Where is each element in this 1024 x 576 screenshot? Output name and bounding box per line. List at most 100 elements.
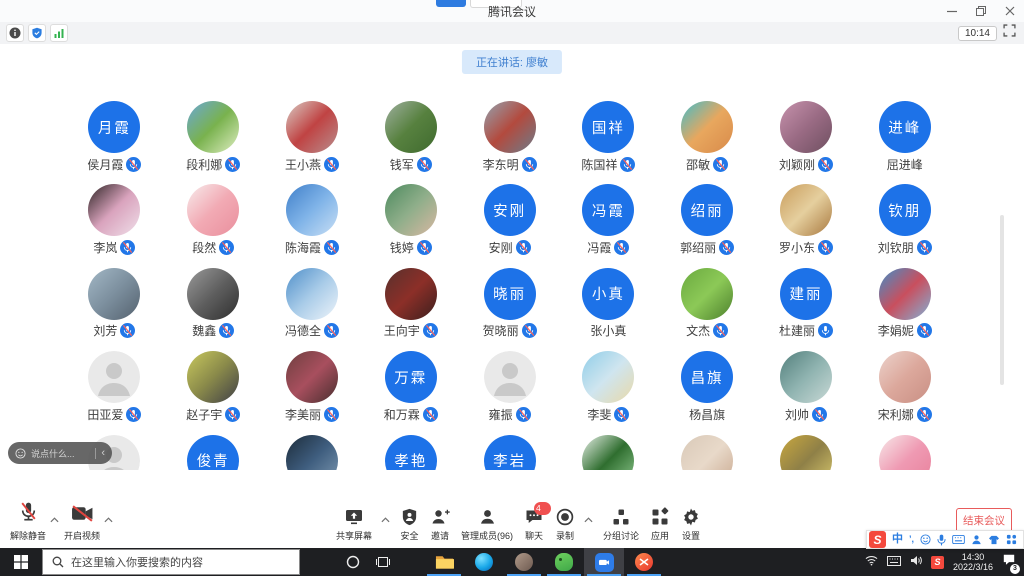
participant-tile[interactable]: 小真张小真: [559, 268, 658, 351]
sogou-tray-icon[interactable]: S: [931, 556, 944, 569]
minimize-button[interactable]: [937, 0, 966, 22]
wifi-icon[interactable]: [865, 553, 878, 571]
toolbar-breakout-button[interactable]: 分组讨论: [601, 507, 641, 542]
participant-tile[interactable]: 安刚安刚: [460, 184, 559, 267]
participant-tile[interactable]: 冯德全: [263, 268, 362, 351]
toolbar-apps-button[interactable]: 应用: [648, 507, 672, 542]
toolbox-icon[interactable]: [1006, 534, 1017, 545]
chat-input-placeholder[interactable]: 说点什么...: [31, 447, 90, 460]
participant-tile[interactable]: 李岩: [460, 435, 559, 470]
participant-tile[interactable]: 钱婷: [361, 184, 460, 267]
start-button[interactable]: [0, 548, 42, 576]
sogou-input-bar: S 中 ’,: [866, 530, 1024, 549]
taskbar-app-file-explorer[interactable]: [424, 548, 464, 576]
punctuation-icon[interactable]: ’,: [909, 535, 914, 544]
participant-tile[interactable]: [757, 435, 856, 470]
participant-tile[interactable]: 俊青: [164, 435, 263, 470]
toolbar-shield-button[interactable]: 安全: [398, 507, 421, 542]
participant-tile[interactable]: 陈海霞: [263, 184, 362, 267]
start-video-button[interactable]: 开启视频: [62, 505, 102, 542]
touch-keyboard-icon[interactable]: [887, 553, 901, 571]
security-shield-icon[interactable]: [28, 24, 46, 42]
participant-tile[interactable]: 李东明: [460, 101, 559, 184]
taskbar-app-green-app[interactable]: [544, 548, 584, 576]
scrollbar-thumb[interactable]: [1000, 215, 1004, 385]
close-button[interactable]: [995, 0, 1024, 22]
fullscreen-icon[interactable]: [1003, 24, 1016, 42]
participant-tile[interactable]: 王向宇: [361, 268, 460, 351]
record-chevron[interactable]: [584, 510, 593, 528]
toolbar-label: 应用: [651, 529, 669, 542]
taskbar-app-edge[interactable]: [464, 548, 504, 576]
participant-tile[interactable]: 段然: [164, 184, 263, 267]
participant-tile[interactable]: 罗小东: [757, 184, 856, 267]
participant-tile[interactable]: 钦朋刘钦朋: [855, 184, 954, 267]
participant-tile[interactable]: 刘芳: [65, 268, 164, 351]
participant-tile[interactable]: 冯霞冯霞: [559, 184, 658, 267]
participant-tile[interactable]: [855, 435, 954, 470]
emoji-icon[interactable]: [15, 448, 26, 459]
participant-tile[interactable]: 王小燕: [263, 101, 362, 184]
participant-tile[interactable]: 昌旗杨昌旗: [658, 351, 757, 434]
window-title: 腾讯会议: [0, 3, 1024, 20]
participant-tile[interactable]: [263, 435, 362, 470]
participant-tile[interactable]: 李娟妮: [855, 268, 954, 351]
participant-tile[interactable]: 月霞侯月霞: [65, 101, 164, 184]
participant-tile[interactable]: 晓丽贺晓丽: [460, 268, 559, 351]
chinese-mode-icon[interactable]: 中: [892, 534, 903, 545]
unmute-button[interactable]: 解除静音: [8, 501, 48, 542]
participant-tile[interactable]: 建丽杜建丽: [757, 268, 856, 351]
keyboard-icon[interactable]: [952, 535, 965, 544]
participant-tile[interactable]: 赵子宇: [164, 351, 263, 434]
voice-input-icon[interactable]: [937, 534, 946, 546]
participant-tile[interactable]: 刘帅: [757, 351, 856, 434]
sogou-logo[interactable]: S: [869, 531, 886, 548]
taskbar-search-input[interactable]: 在这里输入你要搜索的内容: [42, 549, 300, 575]
participant-tile[interactable]: 魏鑫: [164, 268, 263, 351]
participant-tile[interactable]: 钱军: [361, 101, 460, 184]
skin-icon[interactable]: [988, 535, 1000, 545]
participant-tile[interactable]: 文杰: [658, 268, 757, 351]
speaker-icon[interactable]: [910, 553, 922, 571]
participant-tile[interactable]: 宋利娜: [855, 351, 954, 434]
taskbar-app-tencent-meeting[interactable]: [584, 548, 624, 576]
participant-tile[interactable]: [559, 435, 658, 470]
participant-avatar: [385, 101, 437, 153]
participant-tile[interactable]: 田亚爱: [65, 351, 164, 434]
toolbar-invite-button[interactable]: 邀请: [428, 507, 452, 542]
participant-tile[interactable]: 李岚: [65, 184, 164, 267]
share-screen-chevron[interactable]: [381, 510, 390, 528]
toolbar-record-button[interactable]: 录制: [553, 507, 577, 542]
mic-options-chevron[interactable]: [50, 510, 59, 528]
task-view-button[interactable]: [368, 548, 398, 576]
participant-tile[interactable]: 李斐: [559, 351, 658, 434]
collapse-arrow-icon[interactable]: ‹: [101, 448, 105, 459]
network-signal-icon[interactable]: [50, 24, 68, 42]
participant-tile[interactable]: 邵敏: [658, 101, 757, 184]
participant-tile[interactable]: 刘颖刚: [757, 101, 856, 184]
action-center-icon[interactable]: 3: [1002, 553, 1016, 571]
toolbar-members-button[interactable]: 管理成员(96): [459, 507, 515, 542]
participant-tile[interactable]: 李美丽: [263, 351, 362, 434]
participant-tile[interactable]: 国祥陈国祥: [559, 101, 658, 184]
taskbar-app-profile-app[interactable]: [504, 548, 544, 576]
participant-tile[interactable]: 雍振: [460, 351, 559, 434]
toolbar-settings-button[interactable]: 设置: [679, 507, 703, 542]
toolbar-chat-button[interactable]: 4聊天: [522, 507, 546, 542]
participant-tile[interactable]: 段利娜: [164, 101, 263, 184]
video-options-chevron[interactable]: [104, 510, 113, 528]
chat-quick-input[interactable]: 说点什么... ‹: [8, 442, 112, 464]
meeting-info-icon[interactable]: [6, 24, 24, 42]
participant-tile[interactable]: 万霖和万霖: [361, 351, 460, 434]
toolbar-share-screen-button[interactable]: 共享屏幕: [334, 507, 374, 542]
emoji-picker-icon[interactable]: [920, 534, 931, 545]
restore-button[interactable]: [966, 0, 995, 22]
participant-tile[interactable]: 进峰屈进峰: [855, 101, 954, 184]
taskbar-clock[interactable]: 14:30 2022/3/16: [953, 552, 993, 573]
cortana-button[interactable]: [338, 548, 368, 576]
participant-tile[interactable]: 孝艳: [361, 435, 460, 470]
taskbar-app-clip-app[interactable]: [624, 548, 664, 576]
user-center-icon[interactable]: [971, 534, 982, 545]
participant-tile[interactable]: [658, 435, 757, 470]
participant-tile[interactable]: 绍丽郭绍丽: [658, 184, 757, 267]
